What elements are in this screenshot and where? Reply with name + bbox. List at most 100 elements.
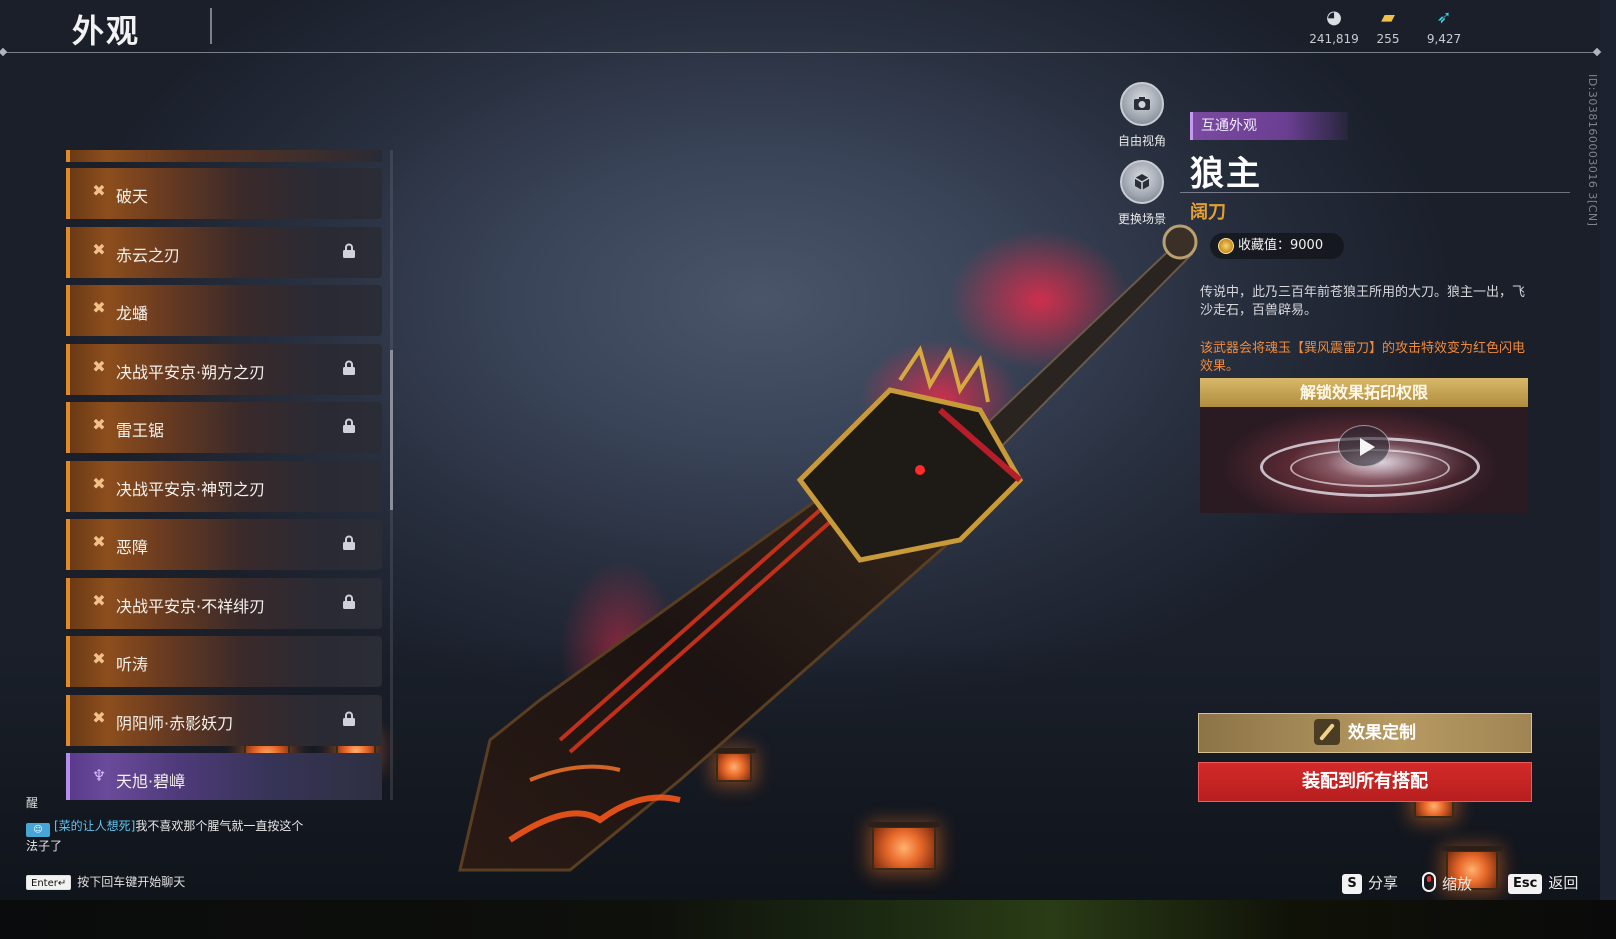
appearance-list[interactable]: ✖ 破天 ✖ 赤云之刃 ✖ 龙蟠 ✖ 决战平安京·朔方之刃 ✖ 雷王锯 ✖ 决战平安京·神罚之刃 ✖ 恶障… bbox=[66, 150, 384, 800]
list-item[interactable]: ✖ 龙蟠 bbox=[66, 285, 382, 336]
effect-preview-video[interactable] bbox=[1200, 407, 1528, 513]
camera-icon bbox=[1120, 82, 1164, 126]
header-rule bbox=[4, 52, 1596, 53]
list-item-label: 雷王锯 bbox=[116, 421, 165, 440]
top-bar: 外观 ◕ 241,819 ▰ 255 ➶ 9,427 bbox=[0, 0, 1602, 57]
list-item[interactable]: ✖ 决战平安京·不祥绯刃 bbox=[66, 577, 382, 629]
change-scene-label: 更换场景 bbox=[1117, 212, 1166, 226]
effect-customize-label: 效果定制 bbox=[1348, 723, 1416, 743]
screen-edge bbox=[1600, 0, 1616, 900]
name-divider bbox=[1180, 192, 1570, 193]
chat-message: ☺ [菜的让人想死]我不喜欢那个腥气就一直按这个法子了 bbox=[26, 817, 306, 855]
collection-value-badge: 收藏值：9000 bbox=[1210, 233, 1344, 259]
rarity-orange-icon: ✖ bbox=[92, 473, 106, 493]
currency-value: 255 bbox=[1376, 32, 1400, 46]
chat-message: 醒 bbox=[26, 796, 39, 810]
enter-key-icon: Enter↵ bbox=[26, 875, 72, 890]
rarity-orange-icon: ✖ bbox=[92, 590, 106, 610]
build-id-text: ID:3038160003016 3[CN] bbox=[1586, 74, 1599, 227]
list-item-label: 决战平安京·不祥绯刃 bbox=[116, 596, 266, 616]
rarity-orange-icon: ✖ bbox=[92, 649, 106, 668]
list-item-label: 决战平安京·朔方之刃 bbox=[116, 362, 266, 382]
list-item-label: 听涛 bbox=[116, 655, 149, 674]
list-item[interactable]: ✖ 雷王锯 bbox=[66, 402, 382, 453]
free-view-label: 自由视角 bbox=[1117, 134, 1166, 148]
item-description: 传说中，此乃三百年前苍狼王所用的大刀。狼主一出，飞沙走石，百兽辟易。 bbox=[1200, 285, 1526, 318]
collection-value: 收藏值：9000 bbox=[1238, 238, 1324, 253]
item-type: 阔刀 bbox=[1190, 202, 1226, 223]
list-item-label: 恶障 bbox=[116, 538, 149, 557]
chat-panel[interactable]: 醒 ☺ [菜的让人想死]我不喜欢那个腥气就一直按这个法子了 bbox=[26, 795, 306, 855]
currency-value: 241,819 bbox=[1309, 32, 1359, 46]
change-scene-button[interactable]: 更换场景 bbox=[1104, 160, 1180, 227]
weapon-model-wolf-lord bbox=[458, 224, 1198, 872]
list-item[interactable]: ✖ 听涛 bbox=[66, 636, 382, 687]
lock-icon bbox=[342, 243, 356, 259]
rarity-orange-icon: ✖ bbox=[92, 298, 106, 317]
list-item-label: 龙蟠 bbox=[116, 304, 149, 323]
s-key-icon: S bbox=[1342, 874, 1362, 894]
rarity-orange-icon: ✖ bbox=[92, 415, 106, 434]
list-item[interactable]: ✖ 阴阳师·赤影妖刀 bbox=[66, 694, 382, 746]
effect-customize-button[interactable]: 效果定制 bbox=[1198, 713, 1532, 753]
share-label: 分享 bbox=[1368, 874, 1399, 892]
item-name: 狼主 bbox=[1190, 154, 1262, 194]
chat-hint[interactable]: Enter↵ 按下回车键开始聊天 bbox=[26, 873, 185, 890]
currency-feathers[interactable]: ➶ 9,427 bbox=[1414, 7, 1474, 47]
list-item-label: 阴阳师·赤影妖刀 bbox=[116, 713, 234, 733]
back-label: 返回 bbox=[1548, 874, 1579, 892]
ticket-currency-icon: ▰ bbox=[1381, 7, 1395, 28]
lock-icon bbox=[342, 418, 356, 434]
list-item[interactable]: ♆ 天旭·碧嶂 bbox=[66, 753, 382, 800]
list-item[interactable]: ✖ 破天 bbox=[66, 168, 382, 219]
unlock-effect-card[interactable]: 解锁效果拓印权限 bbox=[1200, 378, 1528, 513]
lock-icon bbox=[342, 594, 356, 610]
list-item-partial bbox=[66, 150, 382, 162]
lock-icon bbox=[342, 711, 356, 727]
list-item-label: 破天 bbox=[116, 187, 149, 206]
chat-channel-badge-icon: ☺ bbox=[26, 823, 50, 837]
cross-platform-tag: 互通外观 bbox=[1190, 112, 1348, 140]
chat-hint-text: 按下回车键开始聊天 bbox=[77, 875, 186, 889]
list-item[interactable]: ✖ 恶障 bbox=[66, 519, 382, 570]
collection-coin-icon bbox=[1218, 238, 1234, 254]
list-scrollbar[interactable] bbox=[390, 150, 393, 800]
esc-key-icon: Esc bbox=[1508, 874, 1543, 894]
title-divider bbox=[210, 8, 212, 44]
zoom-label: 缩放 bbox=[1442, 875, 1473, 893]
lock-icon bbox=[342, 535, 356, 551]
bottom-strip bbox=[0, 900, 1616, 939]
list-item[interactable]: ✖ 决战平安京·朔方之刃 bbox=[66, 343, 382, 395]
rarity-orange-icon: ✖ bbox=[92, 181, 106, 200]
share-hint[interactable]: S 分享 bbox=[1342, 872, 1398, 894]
currency-tickets[interactable]: ▰ 255 bbox=[1358, 7, 1418, 47]
currency-gems[interactable]: ◕ 241,819 bbox=[1304, 7, 1364, 47]
free-view-button[interactable]: 自由视角 bbox=[1104, 82, 1180, 149]
cube-icon bbox=[1120, 160, 1164, 204]
rarity-orange-icon: ✖ bbox=[92, 532, 106, 551]
back-hint[interactable]: Esc 返回 bbox=[1508, 872, 1578, 894]
unlock-effect-title: 解锁效果拓印权限 bbox=[1200, 378, 1528, 407]
equip-to-all-button[interactable]: 装配到所有搭配 bbox=[1198, 762, 1532, 802]
rarity-purple-icon: ♆ bbox=[91, 766, 107, 785]
rarity-orange-icon: ✖ bbox=[92, 239, 106, 259]
zoom-hint[interactable]: 缩放 bbox=[1422, 872, 1472, 894]
list-item-label: 赤云之刃 bbox=[116, 245, 181, 265]
play-icon[interactable] bbox=[1338, 425, 1390, 467]
brush-icon bbox=[1314, 719, 1340, 745]
chat-sender-name[interactable]: [菜的让人想死] bbox=[54, 819, 135, 833]
list-item[interactable]: ✖ 决战平安京·神罚之刃 bbox=[66, 460, 382, 512]
list-item-label: 天旭·碧嶂 bbox=[116, 772, 186, 791]
lock-icon bbox=[342, 360, 356, 376]
rarity-orange-icon: ✖ bbox=[92, 707, 106, 727]
currency-value: 9,427 bbox=[1426, 32, 1462, 46]
mouse-icon bbox=[1422, 872, 1436, 892]
feather-currency-icon: ➶ bbox=[1436, 7, 1452, 28]
gem-currency-icon: ◕ bbox=[1326, 7, 1342, 28]
list-item[interactable]: ✖ 赤云之刃 bbox=[66, 226, 382, 278]
list-item-label: 决战平安京·神罚之刃 bbox=[116, 479, 266, 499]
page-title: 外观 bbox=[72, 12, 141, 50]
item-effect-text: 该武器会将魂玉【巽风震雷刀】的攻击特效变为红色闪电效果。 bbox=[1200, 341, 1526, 374]
scrollbar-thumb[interactable] bbox=[390, 350, 393, 510]
rarity-orange-icon: ✖ bbox=[92, 356, 106, 376]
